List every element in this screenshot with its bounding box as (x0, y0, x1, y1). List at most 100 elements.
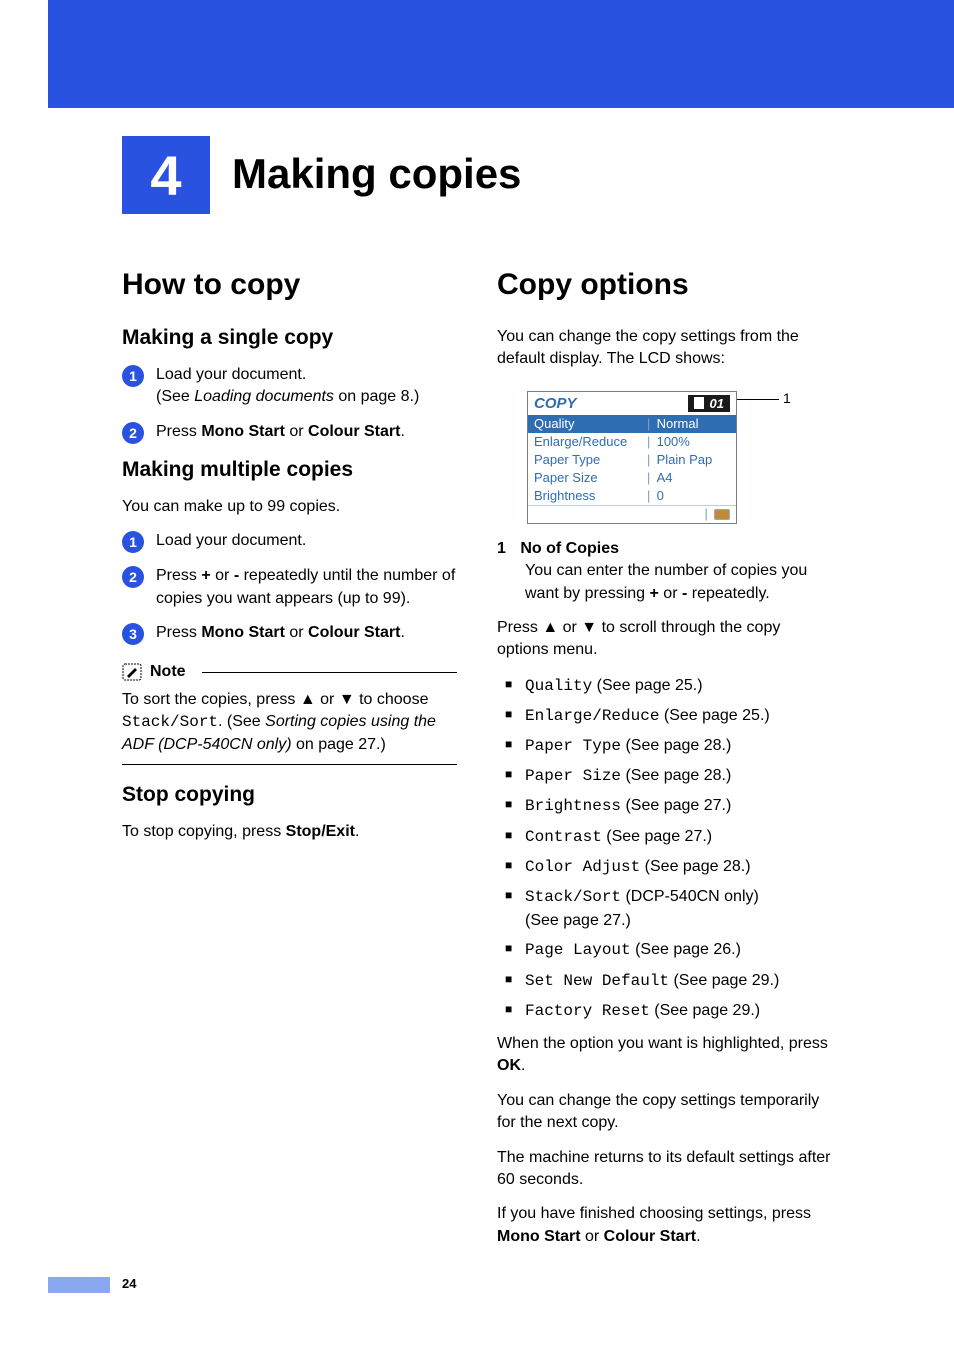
callout-number: 1 (783, 390, 791, 406)
opt4p: (See page 27.) (621, 797, 731, 814)
section-how-to-copy: How to copy (122, 268, 457, 302)
lcd-copies-badge: 01 (688, 395, 730, 412)
lcd-row-enlarge: Enlarge/Reduce |100% (528, 433, 736, 451)
lcd-with-callout: COPY 01 Quality |Normal Enlarge/Reduce |… (497, 383, 832, 538)
step-number-3-icon: 3 (122, 623, 144, 645)
subsection-stop-copying: Stop copying (122, 783, 457, 807)
opt-setdefault: Set New Default (See page 29.) (505, 969, 832, 993)
after-para-1: When the option you want is highlighted,… (497, 1033, 832, 1078)
step-number-1-icon-b: 1 (122, 531, 144, 553)
copy-options-intro: You can change the copy settings from th… (497, 326, 832, 371)
note-title: Note (150, 663, 186, 681)
stop-copying-text: To stop copying, press Stop/Exit. (122, 821, 457, 843)
opt9m: Set New Default (525, 972, 669, 990)
opt0p: (See page 25.) (592, 677, 702, 694)
lcd-title-row: COPY 01 (528, 392, 736, 415)
lcd-label-4: Brightness (534, 488, 645, 504)
left-column: How to copy Making a single copy 1 Load … (122, 250, 457, 1251)
lcd-label-2: Paper Type (534, 452, 645, 468)
step-2-multi: 2 Press + or - repeatedly until the numb… (122, 565, 457, 610)
lcd-v4: 0 (657, 488, 664, 503)
step-number-2-icon-b: 2 (122, 566, 144, 588)
s2s3-mid: or (285, 624, 308, 641)
opt7m: Stack/Sort (525, 888, 621, 906)
chapter-title: Making copies (232, 150, 521, 198)
s1s2-post: . (400, 423, 404, 440)
note-mid: . (See (218, 713, 265, 730)
opt1p: (See page 25.) (659, 707, 769, 724)
def-body-mid: or (659, 585, 682, 602)
opt-papertype: Paper Type (See page 28.) (505, 734, 832, 758)
note-header: Note (122, 663, 457, 681)
a1-pre: When the option you want is highlighted,… (497, 1035, 828, 1052)
note-body: To sort the copies, press ▲ or ▼ to choo… (122, 687, 457, 765)
s2s2-pre: Press (156, 567, 201, 584)
s2s3-b1: Mono Start (201, 624, 285, 641)
lcd-row-brightness: Brightness |0 (528, 487, 736, 505)
def-body: You can enter the number of copies you w… (525, 560, 832, 605)
memory-card-icon (714, 509, 730, 520)
opt-papersize: Paper Size (See page 28.) (505, 764, 832, 788)
lcd-value-0: |Normal (645, 416, 730, 432)
lcd-label-1: Enlarge/Reduce (534, 434, 645, 450)
opt6m: Color Adjust (525, 858, 640, 876)
step-1-line2-pre: (See (156, 388, 194, 405)
step-1-line2-post: on page 8.) (334, 388, 419, 405)
lcd-row-papertype: Paper Type |Plain Pap (528, 451, 736, 469)
opt3m: Paper Size (525, 767, 621, 785)
lcd-v1: 100% (657, 434, 690, 449)
lcd-display: COPY 01 Quality |Normal Enlarge/Reduce |… (527, 391, 737, 524)
opt8p: (See page 26.) (631, 941, 741, 958)
section-copy-options: Copy options (497, 268, 832, 302)
s2s2-b1: + (201, 567, 210, 584)
step-3-multi: 3 Press Mono Start or Colour Start. (122, 622, 457, 645)
document-icon (694, 397, 704, 409)
lcd-value-1: |100% (645, 434, 730, 450)
pencil-note-icon (122, 663, 142, 681)
lcd-copies-value: 01 (710, 396, 724, 411)
opt-pagelayout: Page Layout (See page 26.) (505, 938, 832, 962)
opt5p: (See page 27.) (602, 828, 712, 845)
def-body-b1: + (650, 585, 659, 602)
stop-post: . (355, 823, 359, 840)
note-box: Note To sort the copies, press ▲ or ▼ to… (122, 663, 457, 765)
lcd-row-quality: Quality |Normal (528, 415, 736, 433)
after-para-4: If you have finished choosing settings, … (497, 1203, 832, 1248)
step-1-line2-italic: Loading documents (194, 388, 334, 405)
step-number-1-icon: 1 (122, 365, 144, 387)
opt-quality: Quality (See page 25.) (505, 674, 832, 698)
lcd-value-4: |0 (645, 488, 730, 504)
definition-no-of-copies: 1 No of Copies You can enter the number … (497, 538, 832, 605)
lcd-label-0: Quality (534, 416, 645, 432)
right-column: Copy options You can change the copy set… (497, 250, 832, 1251)
def-num: 1 (497, 540, 506, 557)
opt3p: (See page 28.) (621, 767, 731, 784)
opt-contrast: Contrast (See page 27.) (505, 825, 832, 849)
lcd-row-papersize: Paper Size |A4 (528, 469, 736, 487)
opt-coloradjust: Color Adjust (See page 28.) (505, 855, 832, 879)
after-para-2: You can change the copy settings tempora… (497, 1090, 832, 1135)
opt-brightness: Brightness (See page 27.) (505, 794, 832, 818)
opt-stacksort: Stack/Sort (DCP-540CN only)(See page 27.… (505, 885, 832, 932)
opt-factoryreset: Factory Reset (See page 29.) (505, 999, 832, 1023)
a4-mid: or (581, 1228, 604, 1245)
s2s3-b2: Colour Start (308, 624, 400, 641)
a4-b1: Mono Start (497, 1228, 581, 1245)
opt-enlarge: Enlarge/Reduce (See page 25.) (505, 704, 832, 728)
lcd-v2: Plain Pap (657, 452, 713, 467)
stop-bold: Stop/Exit (286, 823, 355, 840)
callout-line (735, 399, 779, 400)
s2s3-pre: Press (156, 624, 201, 641)
note-post: on page 27.) (292, 736, 386, 753)
opt0m: Quality (525, 677, 592, 695)
step-number-2-icon: 2 (122, 422, 144, 444)
step-1-multi: 1 Load your document. (122, 530, 457, 553)
s1s2-mid: or (285, 423, 308, 440)
scroll-instruction: Press ▲ or ▼ to scroll through the copy … (497, 617, 832, 662)
opt4m: Brightness (525, 797, 621, 815)
step-2-text: Press Mono Start or Colour Start. (156, 421, 405, 443)
s1s2-b1: Mono Start (201, 423, 285, 440)
lcd-label-3: Paper Size (534, 470, 645, 486)
page-number-bar (48, 1277, 110, 1293)
opt2m: Paper Type (525, 737, 621, 755)
